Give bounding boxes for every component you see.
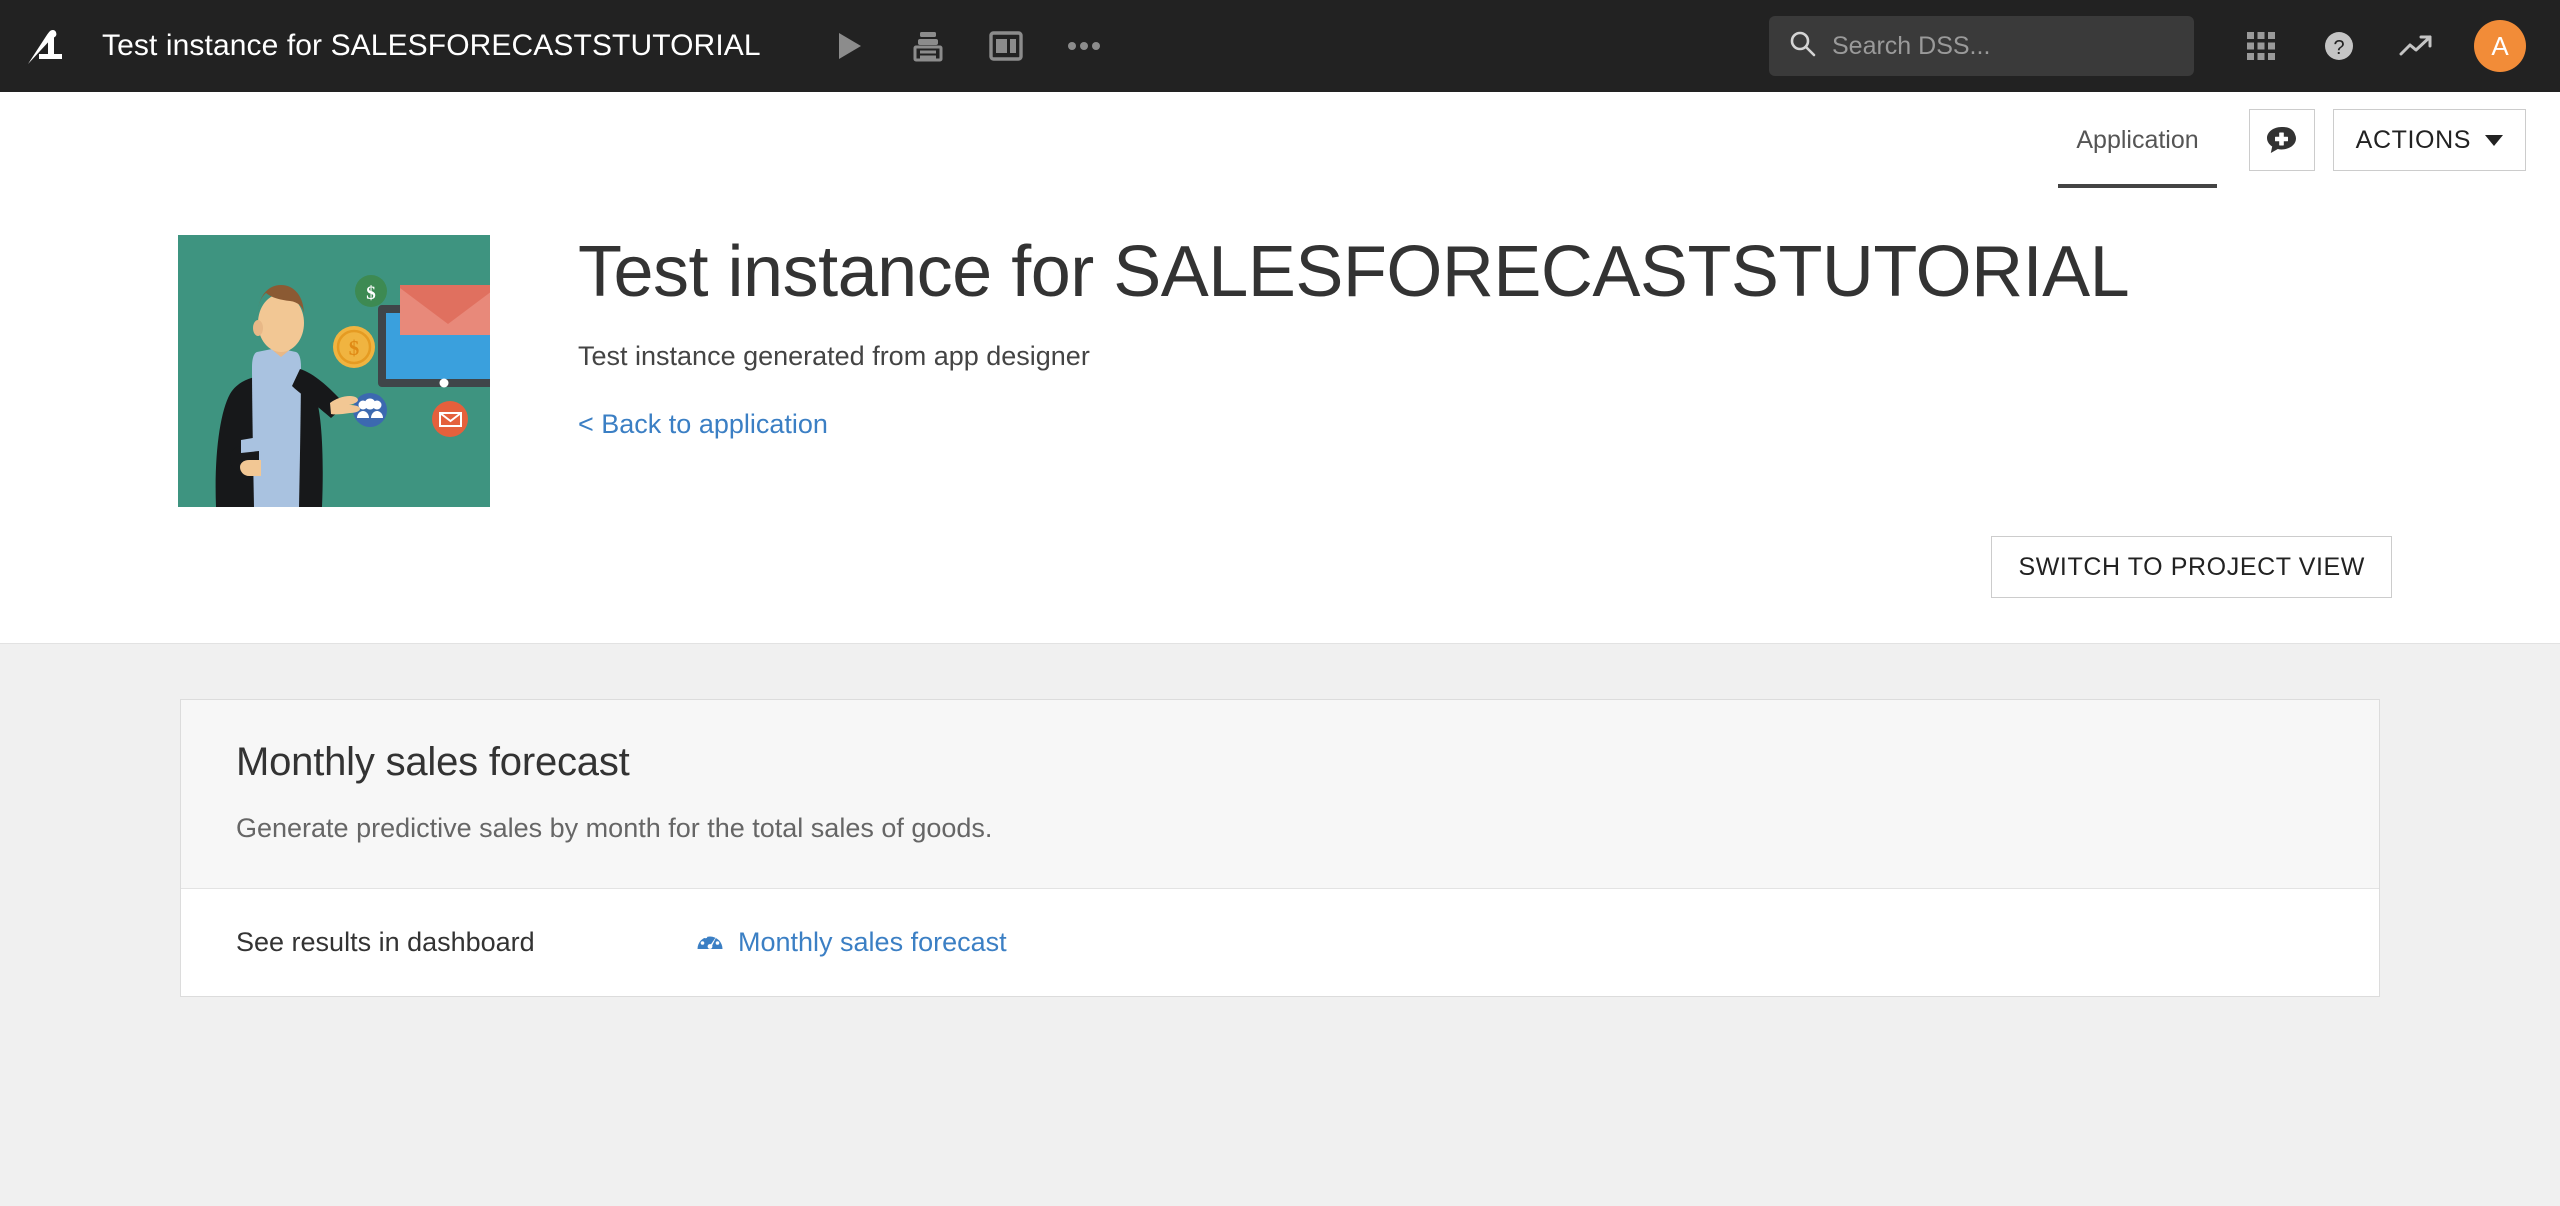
application-body: Monthly sales forecast Generate predicti… — [0, 644, 2560, 1206]
businessman-sales-illustration: $ $ — [178, 235, 490, 507]
application-hero: $ $ Test instance for SALESFORECASTSTUTO… — [0, 188, 2560, 644]
tab-application[interactable]: Application — [2058, 92, 2217, 188]
scenario-card: Monthly sales forecast Generate predicti… — [180, 699, 2380, 997]
apps-grid-icon[interactable] — [2222, 15, 2300, 77]
scenario-description: Generate predictive sales by month for t… — [236, 813, 993, 843]
window-title: Test instance for SALESFORECASTSTUTORIAL — [102, 29, 761, 62]
trending-up-icon[interactable] — [2378, 15, 2456, 77]
search-box[interactable] — [1769, 16, 2194, 76]
topbar-right-group: ? A — [1769, 15, 2526, 77]
actions-button-label: ACTIONS — [2355, 125, 2471, 154]
dataiku-bird-logo[interactable] — [16, 15, 78, 77]
avatar[interactable]: A — [2474, 20, 2526, 72]
switch-to-project-view-button[interactable]: SWITCH TO PROJECT VIEW — [1991, 536, 2392, 598]
actions-button[interactable]: ACTIONS — [2332, 109, 2526, 171]
scenario-card-header: Monthly sales forecast Generate predicti… — [181, 700, 2379, 889]
svg-text:$: $ — [349, 336, 360, 360]
top-action-icons — [811, 16, 1123, 76]
svg-text:?: ? — [2333, 37, 2344, 59]
printer-icon[interactable] — [889, 16, 967, 76]
dashboard-layout-icon[interactable] — [967, 16, 1045, 76]
back-to-application-link[interactable]: < Back to application — [578, 409, 828, 440]
dashboard-link-label: Monthly sales forecast — [738, 927, 1007, 957]
search-icon — [1789, 30, 1816, 62]
help-icon[interactable]: ? — [2300, 15, 2378, 77]
chevron-down-icon — [2485, 134, 2503, 146]
search-input[interactable] — [1832, 31, 2174, 61]
page-subtitle: Test instance generated from app designe… — [578, 340, 1090, 371]
secondary-toolbar: Application ACTIONS — [0, 92, 2560, 188]
ellipsis-icon[interactable] — [1045, 16, 1123, 76]
scenario-title: Monthly sales forecast — [236, 740, 630, 784]
run-icon[interactable] — [811, 16, 889, 76]
page-title: Test instance for SALESFORECASTSTUTORIAL — [578, 232, 2130, 312]
dashboard-result-row: See results in dashboard Monthly sales f… — [181, 889, 2379, 996]
svg-text:$: $ — [366, 283, 376, 304]
dashboard-result-label: See results in dashboard — [236, 927, 535, 957]
dashboard-gauge-icon — [696, 927, 724, 958]
top-navigation-bar: Test instance for SALESFORECASTSTUTORIAL — [0, 0, 2560, 92]
dashboard-link[interactable]: Monthly sales forecast — [696, 927, 1007, 958]
tab-application-label: Application — [2076, 125, 2199, 154]
add-discussion-icon[interactable] — [2248, 109, 2315, 171]
